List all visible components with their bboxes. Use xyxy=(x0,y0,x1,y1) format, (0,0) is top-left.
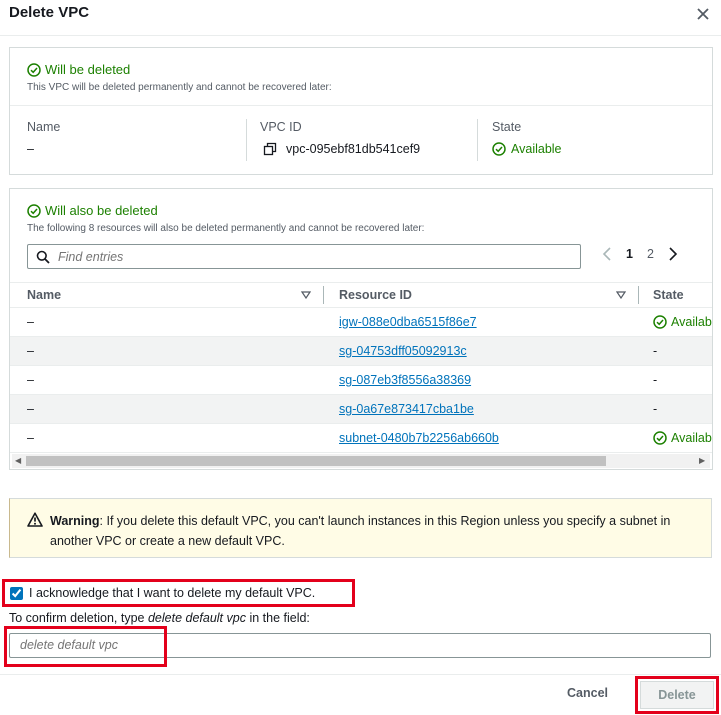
column-header-name[interactable]: Name xyxy=(27,288,61,302)
row-name: – xyxy=(27,344,34,358)
vpc-id-label: VPC ID xyxy=(260,120,302,134)
state-label: State xyxy=(492,120,522,134)
resources-panel-heading-text: Will also be deleted xyxy=(45,203,158,218)
resource-id-link[interactable]: igw-088e0dba6515f86e7 xyxy=(339,315,477,329)
sort-down-icon[interactable] xyxy=(616,291,626,299)
row-state-text: - xyxy=(653,402,658,416)
vpc-panel-heading: Will be deleted xyxy=(27,62,130,77)
row-name: – xyxy=(27,431,34,445)
copy-icon[interactable] xyxy=(263,142,277,156)
warning-icon xyxy=(27,512,43,527)
confirm-phrase: delete default vpc xyxy=(147,611,246,625)
vpc-panel: Will be deleted This VPC will be deleted… xyxy=(9,47,713,175)
confirm-input[interactable] xyxy=(20,638,700,652)
vpc-panel-subtext: This VPC will be deleted permanently and… xyxy=(27,82,332,93)
acknowledge-highlight: I acknowledge that I want to delete my d… xyxy=(2,579,355,607)
search-input[interactable] xyxy=(58,249,558,264)
check-circle-icon xyxy=(27,203,41,218)
dialog-header: Delete VPC xyxy=(0,0,721,36)
row-state-text: - xyxy=(653,344,658,358)
chevron-right-icon[interactable] xyxy=(668,247,678,261)
resource-id-link[interactable]: subnet-0480b7b2256ab660b xyxy=(339,431,499,445)
dialog-title: Delete VPC xyxy=(9,4,90,21)
warning-label: Warning xyxy=(50,514,100,528)
check-circle-icon xyxy=(27,62,41,77)
warning-message: : If you delete this default VPC, you ca… xyxy=(50,514,671,548)
resources-panel-subtext: The following 8 resources will also be d… xyxy=(27,223,425,234)
check-circle-icon xyxy=(653,315,667,329)
row-name: – xyxy=(27,402,34,416)
resource-id-link[interactable]: sg-0a67e873417cba1be xyxy=(339,402,474,416)
divider xyxy=(10,105,712,106)
search-icon xyxy=(36,250,50,264)
scroll-right-icon[interactable]: ▶ xyxy=(699,456,705,465)
vpc-panel-heading-text: Will be deleted xyxy=(45,62,131,77)
resource-id-link[interactable]: sg-04753dff05092913c xyxy=(339,344,467,358)
row-name: – xyxy=(27,373,34,387)
table-header: Name Resource ID State xyxy=(10,282,712,308)
column-separator xyxy=(477,119,478,161)
table-row: – sg-04753dff05092913c - xyxy=(10,337,712,366)
table-row: – sg-0a67e873417cba1be - xyxy=(10,395,712,424)
scroll-left-icon[interactable]: ◀ xyxy=(15,456,21,465)
pagination: 1 2 xyxy=(602,247,678,261)
vpc-id-column: VPC ID vpc-095ebf81db541cef9 xyxy=(260,120,420,156)
column-resizer[interactable] xyxy=(323,286,324,304)
acknowledge-label: I acknowledge that I want to delete my d… xyxy=(29,586,316,600)
resource-id-link[interactable]: sg-087eb3f8556a38369 xyxy=(339,373,471,387)
resources-panel: Will also be deleted The following 8 res… xyxy=(9,188,713,470)
check-circle-icon xyxy=(653,431,667,445)
name-label: Name xyxy=(27,120,61,134)
close-icon[interactable] xyxy=(693,4,713,24)
table-row: – subnet-0480b7b2256ab660b Availab xyxy=(10,424,712,453)
row-state-text: Availab xyxy=(671,315,712,329)
footer-divider xyxy=(0,674,721,675)
delete-button[interactable]: Delete xyxy=(640,681,714,709)
page-2[interactable]: 2 xyxy=(647,247,654,261)
confirm-field-box[interactable] xyxy=(9,633,711,658)
column-header-state[interactable]: State xyxy=(653,288,684,302)
vpc-id-value: vpc-095ebf81db541cef9 xyxy=(286,142,421,156)
table-row: – igw-088e0dba6515f86e7 Availab xyxy=(10,308,712,337)
warning-text: Warning: If you delete this default VPC,… xyxy=(50,511,700,551)
column-resizer[interactable] xyxy=(638,286,639,304)
row-name: – xyxy=(27,315,34,329)
confirm-label-prefix: To confirm deletion, type xyxy=(9,611,148,625)
delete-highlight: Delete xyxy=(635,676,719,714)
state-value: Available xyxy=(511,142,562,156)
row-state: Availab xyxy=(653,431,712,445)
table-row: – sg-087eb3f8556a38369 - xyxy=(10,366,712,395)
page-1[interactable]: 1 xyxy=(626,247,633,261)
confirm-label-suffix: in the field: xyxy=(245,611,310,625)
column-separator xyxy=(246,119,247,161)
confirm-label: To confirm deletion, type delete default… xyxy=(9,611,310,625)
name-column: Name – xyxy=(27,120,60,156)
acknowledge-checkbox[interactable] xyxy=(10,586,23,600)
row-state: Availab xyxy=(653,315,712,329)
state-column: State Available xyxy=(492,120,562,156)
scrollbar-thumb[interactable] xyxy=(26,456,606,466)
column-header-resource-id[interactable]: Resource ID xyxy=(339,288,412,302)
name-value: – xyxy=(27,142,34,156)
row-state-text: Availab xyxy=(671,431,712,445)
chevron-left-icon[interactable] xyxy=(602,247,612,261)
warning-alert: Warning: If you delete this default VPC,… xyxy=(9,498,712,558)
search-box[interactable] xyxy=(27,244,581,269)
check-circle-icon xyxy=(492,142,506,156)
cancel-button[interactable]: Cancel xyxy=(560,683,615,703)
sort-down-icon[interactable] xyxy=(301,291,311,299)
row-state-text: - xyxy=(653,373,658,387)
resources-panel-heading: Will also be deleted xyxy=(27,203,158,218)
horizontal-scrollbar[interactable]: ◀ ▶ xyxy=(12,454,710,468)
